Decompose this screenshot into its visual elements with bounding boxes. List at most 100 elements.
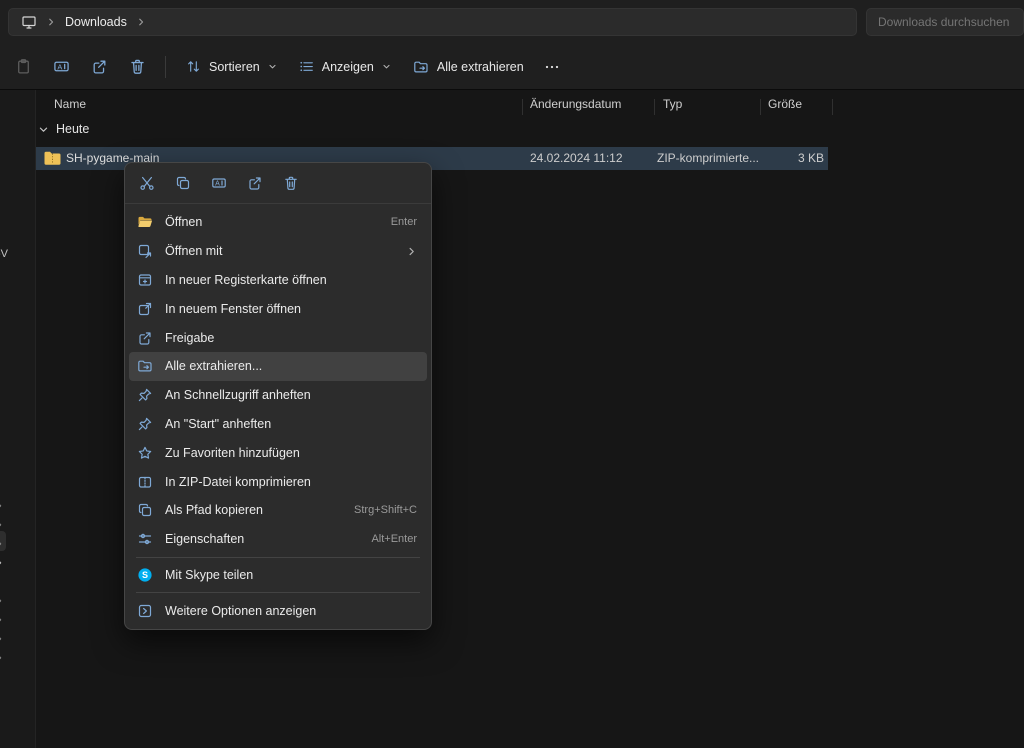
skype-icon: S [137,567,153,583]
menu-separator [136,557,420,558]
menu-item-label: Alle extrahieren... [165,359,417,373]
address-bar[interactable]: Downloads [8,8,857,36]
share-icon [91,58,108,75]
context-menu: A Öffnen Enter [124,162,432,630]
menu-item-add-favorites[interactable]: Zu Favoriten hinzufügen [129,438,427,467]
share-icon [137,330,153,346]
copy-button[interactable] [167,168,199,198]
tree-expander-icon[interactable]: › [0,633,2,645]
column-divider[interactable] [760,99,761,115]
group-header-today[interactable]: Heute [38,122,89,136]
tree-expander-icon[interactable]: › [0,614,2,626]
menu-item-label: Freigabe [165,331,417,345]
folder-open-icon [137,214,153,230]
menu-item-properties[interactable]: Eigenschaften Alt+Enter [129,525,427,554]
menu-item-show-more-options[interactable]: Weitere Optionen anzeigen [129,596,427,625]
chevron-right-icon[interactable] [136,17,146,27]
menu-item-label: In ZIP-Datei komprimieren [165,475,417,489]
chevron-down-icon [382,62,391,71]
toolbar-divider [165,56,166,78]
menu-item-extract-all[interactable]: Alle extrahieren... [129,352,427,381]
search-input[interactable] [878,15,1012,29]
share-button[interactable] [80,50,118,84]
trash-icon [129,58,146,75]
paste-button[interactable] [4,50,42,84]
sort-button[interactable]: Sortieren [175,50,288,84]
menu-item-open-with[interactable]: Öffnen mit [129,237,427,266]
more-toolbar-button[interactable] [535,50,569,84]
share-icon [247,175,263,191]
open-with-icon [137,243,153,259]
menu-item-share-skype[interactable]: S Mit Skype teilen [129,561,427,590]
breadcrumb[interactable]: Downloads [65,15,127,29]
menu-item-compress-zip[interactable]: In ZIP-Datei komprimieren [129,467,427,496]
clipboard-icon [15,58,32,75]
search-box[interactable] [866,8,1024,36]
sort-icon [186,59,201,74]
chevron-down-icon [268,62,277,71]
menu-item-open-new-window[interactable]: In neuem Fenster öffnen [129,294,427,323]
rename-button[interactable]: A [203,168,235,198]
menu-item-copy-path[interactable]: Als Pfad kopieren Strg+Shift+C [129,496,427,525]
column-divider[interactable] [832,99,833,115]
column-header-size[interactable]: Größe [768,97,802,111]
more-options-icon [137,603,153,619]
chevron-right-icon [46,17,56,27]
view-button[interactable]: Anzeigen [288,50,402,84]
menu-item-label: Als Pfad kopieren [165,503,344,517]
tree-expander-icon[interactable]: › [0,652,2,664]
extract-icon [413,59,429,75]
column-divider[interactable] [522,99,523,115]
menu-item-pin-quick-access[interactable]: An Schnellzugriff anheften [129,381,427,410]
new-window-icon [137,301,153,317]
column-header-name[interactable]: Name [54,97,86,111]
tree-expander-icon[interactable]: › [0,500,2,512]
menu-item-pin-start[interactable]: An "Start" anheften [129,410,427,439]
tree-expander-icon[interactable]: › [0,557,2,569]
nav-item-clipped-label[interactable]: -V [0,248,8,260]
share-button[interactable] [239,168,271,198]
view-icon [299,59,314,74]
menu-item-label: Öffnen [165,215,381,229]
svg-text:A: A [215,181,220,188]
menu-item-share[interactable]: Freigabe [129,323,427,352]
new-tab-icon [137,272,153,288]
tree-expander-icon[interactable]: › [0,595,2,607]
extract-label: Alle extrahieren [437,60,524,74]
file-type: ZIP-komprimierte... [657,151,759,165]
ellipsis-icon [544,59,560,75]
trash-icon [283,175,299,191]
context-menu-command-bar: A [125,163,431,204]
rename-icon: A [211,175,227,191]
file-explorer-window: Downloads A [0,0,1024,748]
cut-button[interactable] [131,168,163,198]
tree-expander-icon[interactable]: › [0,519,2,531]
column-header-type[interactable]: Typ [663,97,682,111]
chevron-down-icon[interactable] [38,124,49,135]
menu-item-label: Zu Favoriten hinzufügen [165,446,417,460]
zip-icon [137,474,153,490]
copy-icon [175,175,191,191]
group-label: Heute [56,122,89,136]
file-modified: 24.02.2024 11:12 [530,151,623,165]
menu-item-open-new-tab[interactable]: In neuer Registerkarte öffnen [129,266,427,295]
this-pc-icon[interactable] [21,14,37,30]
extract-all-button[interactable]: Alle extrahieren [402,50,535,84]
delete-button[interactable] [118,50,156,84]
column-header-modified[interactable]: Änderungsdatum [530,97,621,111]
rename-icon: A [53,58,70,75]
menu-item-label: An "Start" anheften [165,417,417,431]
cut-icon [139,175,155,191]
file-size: 3 KB [764,151,824,165]
menu-item-open[interactable]: Öffnen Enter [129,208,427,237]
tree-expander-icon[interactable]: › [0,538,2,550]
menu-item-shortcut: Strg+Shift+C [354,504,417,516]
menu-item-label: In neuem Fenster öffnen [165,302,417,316]
svg-text:A: A [57,62,62,71]
rename-button[interactable]: A [42,50,80,84]
menu-item-label: Mit Skype teilen [165,568,417,582]
menu-item-label: Weitere Optionen anzeigen [165,604,417,618]
column-divider[interactable] [654,99,655,115]
delete-button[interactable] [275,168,307,198]
command-toolbar: A Sortieren Anzeig [0,44,1024,90]
